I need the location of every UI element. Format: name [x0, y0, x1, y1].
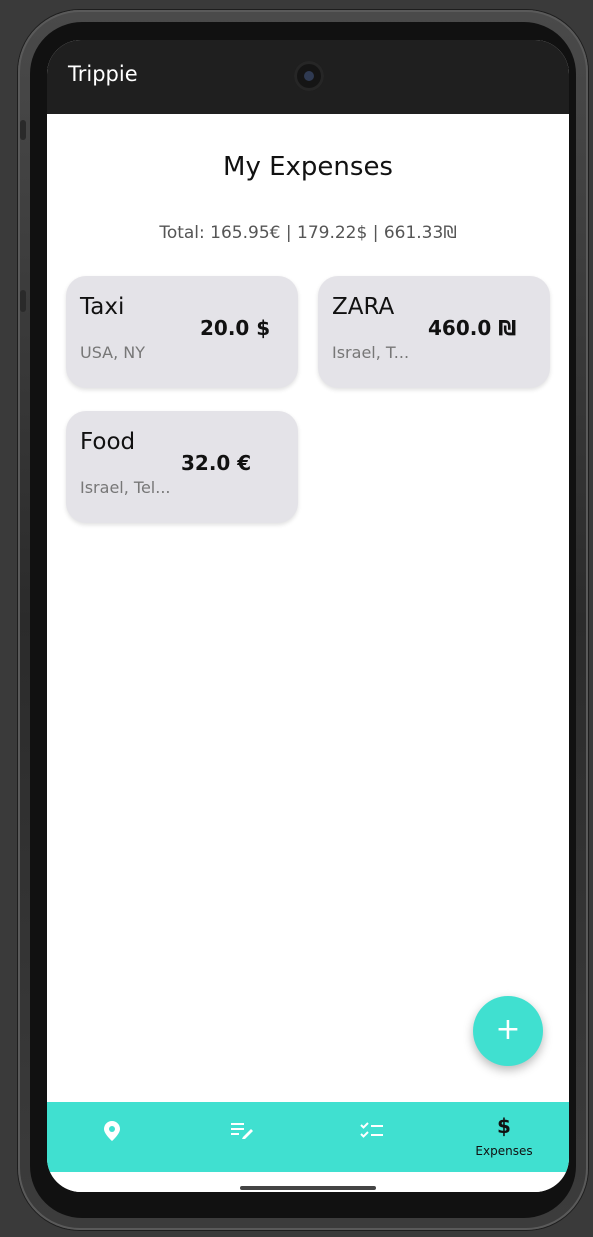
expenses-total: Total: 165.95€ | 179.22$ | 661.33₪ — [159, 223, 457, 243]
expense-amount: 32.0 € — [181, 451, 252, 475]
plus-icon: + — [495, 1012, 521, 1047]
expense-amount: 20.0 $ — [200, 316, 271, 340]
dollar-icon: $ — [497, 1114, 511, 1138]
expense-card-food[interactable]: Food 32.0 € Israel, Tel... — [66, 411, 298, 523]
location-pin-icon — [47, 1120, 177, 1147]
checklist-glyph — [360, 1122, 383, 1138]
app-bar: Trippie — [47, 40, 569, 114]
checklist-icon — [307, 1120, 437, 1145]
home-indicator[interactable] — [240, 1186, 376, 1190]
side-button — [20, 290, 26, 312]
nav-item-checklist[interactable] — [307, 1102, 437, 1172]
expense-title: ZARA — [332, 294, 395, 320]
expense-title: Food — [80, 429, 136, 455]
nav-label-expenses: Expenses — [475, 1144, 533, 1158]
edit-notes-icon — [177, 1120, 307, 1145]
app-screen: Trippie My Expenses Total: 165.95€ | 179… — [47, 40, 569, 1192]
device-background: Trippie My Expenses Total: 165.95€ | 179… — [0, 0, 593, 1237]
expense-location: USA, NY — [80, 343, 146, 362]
app-title: Trippie — [68, 62, 138, 86]
location-pin-glyph — [104, 1121, 120, 1141]
nav-item-notes[interactable] — [177, 1102, 307, 1172]
side-button — [20, 120, 26, 140]
expense-title: Taxi — [80, 294, 125, 320]
nav-item-expenses[interactable]: $ Expenses — [439, 1102, 569, 1172]
page-title: My Expenses — [223, 152, 393, 182]
camera-icon — [294, 61, 324, 91]
edit-notes-glyph — [231, 1123, 253, 1139]
add-expense-button[interactable]: + — [473, 996, 543, 1066]
expense-card-zara[interactable]: ZARA 460.0 ₪ Israel, T... — [318, 276, 550, 388]
nav-item-map[interactable] — [47, 1102, 177, 1172]
expense-location: Israel, T... — [332, 343, 410, 362]
expense-card-taxi[interactable]: Taxi 20.0 $ USA, NY — [66, 276, 298, 388]
expense-amount: 460.0 ₪ — [428, 316, 517, 340]
expense-location: Israel, Tel... — [80, 478, 171, 497]
bottom-navigation: $ Expenses — [47, 1102, 569, 1172]
